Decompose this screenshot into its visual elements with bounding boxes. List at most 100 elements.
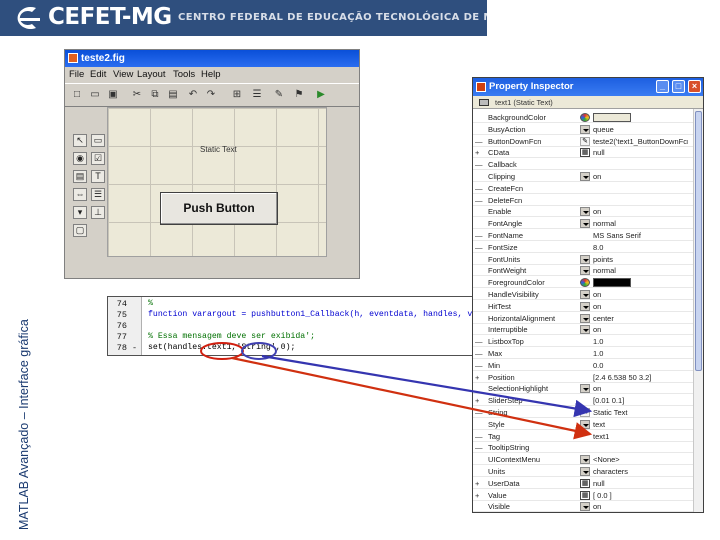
property-value[interactable]: on xyxy=(593,206,688,217)
property-row[interactable]: + UserData ▦ null xyxy=(473,478,703,489)
property-value[interactable]: 0.0 xyxy=(593,360,688,371)
expand-toggle[interactable]: — xyxy=(475,183,483,194)
expand-toggle[interactable]: — xyxy=(475,348,483,359)
property-value[interactable]: [ 0.0 ] xyxy=(593,490,688,501)
property-row[interactable]: + SliderStep [0.01 0.1] xyxy=(473,395,703,407)
property-value[interactable]: text xyxy=(593,419,688,430)
edit-text-icon[interactable]: ▤ xyxy=(73,170,87,183)
expand-toggle[interactable]: — xyxy=(475,242,483,253)
dropdown-icon[interactable] xyxy=(580,313,590,323)
slider-icon[interactable]: ⇔ xyxy=(73,188,87,201)
property-row[interactable]: Enable on xyxy=(473,206,703,218)
property-value[interactable]: teste2('text1_ButtonDownFcn' xyxy=(593,136,688,147)
property-value[interactable]: MS Sans Serif xyxy=(593,230,688,241)
scrollbar-thumb[interactable] xyxy=(695,111,702,371)
expand-toggle[interactable]: + xyxy=(475,490,483,501)
dropdown-icon[interactable] xyxy=(580,325,590,335)
expand-toggle[interactable]: + xyxy=(475,395,483,406)
property-row[interactable]: Visible on xyxy=(473,501,703,512)
cut-icon[interactable]: ✂ xyxy=(131,89,143,101)
panel-icon[interactable]: ▢ xyxy=(73,224,87,237)
property-row[interactable]: + Position [2.4 6.538 50 3.2] xyxy=(473,372,703,383)
new-file-icon[interactable]: □ xyxy=(71,89,83,101)
redo-icon[interactable]: ↷ xyxy=(205,89,217,101)
property-value[interactable]: characters xyxy=(593,466,688,477)
property-row[interactable]: FontWeight normal xyxy=(473,265,703,277)
property-value[interactable]: null xyxy=(593,147,688,158)
property-row[interactable]: — TooltipString xyxy=(473,442,703,454)
static-text-component[interactable]: Static Text xyxy=(200,145,237,154)
color-picker-icon[interactable] xyxy=(580,278,590,288)
maximize-icon[interactable]: □ xyxy=(672,80,685,93)
dropdown-icon[interactable] xyxy=(580,301,590,311)
edit-pencil-icon[interactable]: ✎ xyxy=(580,408,590,417)
undo-icon[interactable]: ↶ xyxy=(187,89,199,101)
property-row[interactable]: ForegroundColor xyxy=(473,277,703,289)
save-icon[interactable]: ▣ xyxy=(107,89,119,101)
property-row[interactable]: Style text xyxy=(473,419,703,430)
expand-toggle[interactable]: — xyxy=(475,442,483,453)
property-row[interactable]: HandleVisibility on xyxy=(473,289,703,300)
open-icon[interactable]: ▭ xyxy=(89,89,101,101)
expand-toggle[interactable]: — xyxy=(475,431,483,442)
dropdown-icon[interactable] xyxy=(580,219,590,229)
expand-toggle[interactable]: — xyxy=(475,336,483,347)
property-row[interactable]: Interruptible on xyxy=(473,324,703,336)
property-row[interactable]: — FontName MS Sans Serif xyxy=(473,230,703,241)
property-inspector-icon[interactable]: ✎ xyxy=(273,89,285,101)
align-icon[interactable]: ⊞ xyxy=(231,89,243,101)
property-row[interactable]: — Max 1.0 xyxy=(473,348,703,359)
menu-edit[interactable]: Edit xyxy=(90,69,106,80)
edit-pencil-icon[interactable]: ✎ xyxy=(580,136,590,146)
property-row[interactable]: HorizontalAlignment center xyxy=(473,313,703,324)
property-row[interactable]: Units characters xyxy=(473,466,703,477)
inspector-scrollbar[interactable] xyxy=(693,109,703,512)
menu-editor-icon[interactable]: ☰ xyxy=(251,89,263,101)
property-row[interactable]: + CData ▦ null xyxy=(473,147,703,159)
property-value[interactable]: normal xyxy=(593,218,688,229)
dropdown-icon[interactable] xyxy=(580,172,590,181)
minimize-icon[interactable]: _ xyxy=(656,80,669,93)
expand-toggle[interactable]: — xyxy=(475,407,483,418)
property-row[interactable]: — ButtonDownFcn ✎ teste2('text1_ButtonDownF… xyxy=(473,136,703,147)
property-row[interactable]: — DeleteFcn xyxy=(473,195,703,206)
property-row[interactable]: SelectionHighlight on xyxy=(473,383,703,395)
property-row[interactable]: — CreateFcn xyxy=(473,183,703,194)
property-row[interactable]: BackgroundColor xyxy=(473,112,703,123)
push-button-icon[interactable]: ▭ xyxy=(91,134,105,147)
dropdown-icon[interactable] xyxy=(580,124,590,134)
menu-view[interactable]: View xyxy=(113,69,133,80)
property-row[interactable]: BusyAction queue xyxy=(473,124,703,135)
property-value[interactable]: center xyxy=(593,313,688,324)
property-row[interactable]: UIContextMenu <None> xyxy=(473,454,703,466)
layout-canvas[interactable]: Static Text Push Button xyxy=(107,107,370,315)
property-value[interactable]: normal xyxy=(593,265,688,276)
property-row[interactable]: — ListboxTop 1.0 xyxy=(473,336,703,348)
property-value[interactable]: on xyxy=(593,301,688,312)
property-value[interactable]: 1.0 xyxy=(593,336,688,347)
array-editor-icon[interactable]: ▦ xyxy=(580,490,590,500)
object-browser-icon[interactable]: ⚑ xyxy=(293,89,305,101)
dropdown-icon[interactable] xyxy=(580,384,590,394)
close-icon[interactable]: × xyxy=(688,80,701,93)
property-row[interactable]: — String ✎ Static Text xyxy=(473,407,703,418)
property-row[interactable]: — Tag text1 xyxy=(473,431,703,442)
expand-toggle[interactable]: + xyxy=(475,372,483,383)
paste-icon[interactable]: ▤ xyxy=(167,89,179,101)
menu-file[interactable]: File xyxy=(69,69,84,80)
color-swatch[interactable] xyxy=(593,113,631,122)
property-value[interactable]: text1 xyxy=(593,431,688,442)
property-row[interactable]: + Value ▦[ 0.0 ] xyxy=(473,490,703,501)
dropdown-icon[interactable] xyxy=(580,290,590,299)
property-value[interactable]: [2.4 6.538 50 3.2] xyxy=(593,372,688,383)
property-row[interactable]: FontUnits points xyxy=(473,254,703,265)
property-row[interactable]: Clipping on xyxy=(473,171,703,182)
property-value[interactable]: <None> xyxy=(593,454,688,465)
color-picker-icon[interactable] xyxy=(580,113,590,122)
property-value[interactable]: on xyxy=(593,289,688,300)
dropdown-icon[interactable] xyxy=(580,467,590,476)
property-value[interactable]: on xyxy=(593,171,688,182)
property-value[interactable]: on xyxy=(593,324,688,335)
expand-toggle[interactable]: + xyxy=(475,478,483,489)
menu-tools[interactable]: Tools xyxy=(173,69,195,80)
